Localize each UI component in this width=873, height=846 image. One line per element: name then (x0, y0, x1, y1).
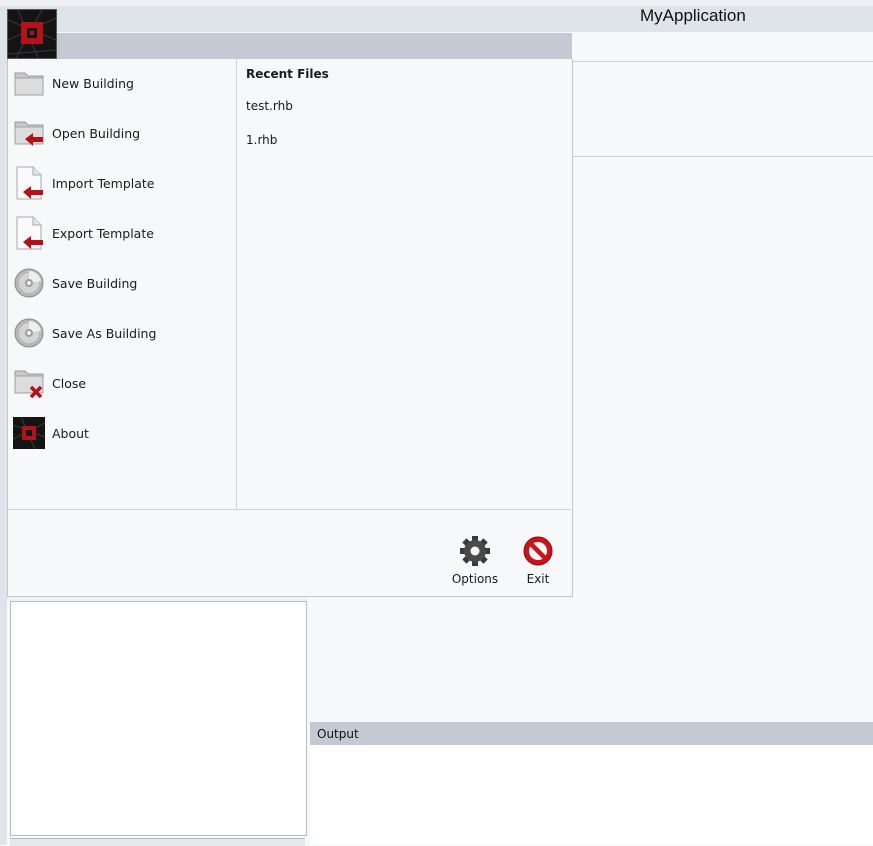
options-label: Options (451, 572, 499, 586)
window-title: MyApplication (640, 6, 746, 25)
recent-file-item[interactable]: test.rhb (246, 99, 293, 113)
left-pane[interactable] (10, 601, 307, 836)
save-building-label: Save Building (52, 275, 138, 291)
open-building-label: Open Building (52, 125, 141, 141)
recent-files-heading: Recent Files (246, 67, 329, 81)
output-panel-header (310, 722, 873, 745)
about-item[interactable]: About (12, 413, 222, 453)
close-label: Close (52, 375, 87, 391)
ribbon-tab-row (572, 32, 873, 62)
save-as-building-item[interactable]: Save As Building (12, 313, 222, 353)
open-folder-icon (12, 116, 46, 150)
gear-icon (458, 535, 492, 570)
exit-label: Exit (526, 572, 550, 586)
close-folder-icon (12, 366, 46, 400)
disc-icon (12, 316, 46, 350)
import-document-icon (12, 166, 46, 200)
import-template-item[interactable]: Import Template (12, 163, 222, 203)
open-building-item[interactable]: Open Building (12, 113, 222, 153)
folder-icon (12, 66, 46, 100)
backstage-header (57, 33, 572, 59)
export-template-label: Export Template (52, 225, 154, 241)
disc-icon (12, 266, 46, 300)
export-document-icon (12, 216, 46, 250)
no-entry-icon (522, 535, 554, 570)
app-logo-icon (8, 10, 56, 58)
export-template-item[interactable]: Export Template (12, 213, 222, 253)
recent-file-item[interactable]: 1.rhb (246, 133, 277, 147)
about-label: About (52, 425, 89, 441)
options-button[interactable]: Options (450, 535, 500, 586)
window-left-edge (0, 6, 7, 845)
application-button[interactable] (7, 9, 57, 59)
backstage-footer-divider (8, 509, 571, 510)
close-item[interactable]: Close (12, 363, 222, 403)
app-logo-icon (12, 416, 46, 450)
new-building-label: New Building (52, 75, 134, 91)
new-building-item[interactable]: New Building (12, 63, 222, 103)
ribbon-body (572, 62, 873, 157)
output-panel-body[interactable] (310, 745, 873, 845)
save-building-item[interactable]: Save Building (12, 263, 222, 303)
output-panel-title: Output (317, 727, 359, 741)
exit-button[interactable]: Exit (516, 535, 560, 586)
save-as-building-label: Save As Building (52, 325, 157, 341)
import-template-label: Import Template (52, 175, 155, 191)
